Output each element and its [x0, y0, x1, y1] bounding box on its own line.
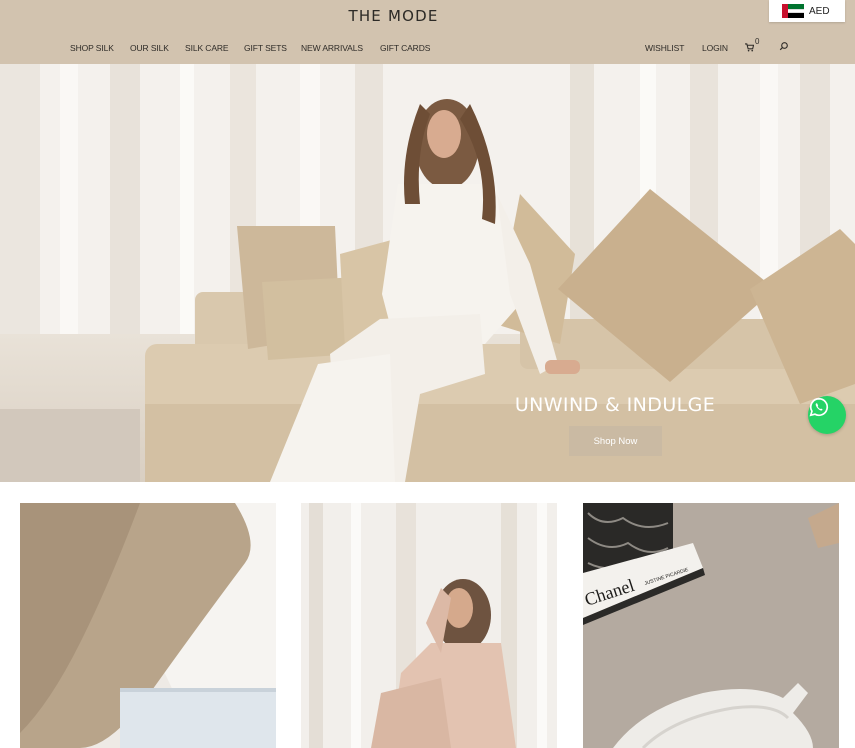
nav-login[interactable]: LOGIN — [702, 43, 728, 53]
collection-tile-sleepwear[interactable] — [301, 503, 557, 748]
whatsapp-button[interactable] — [808, 396, 846, 434]
cart-icon — [745, 43, 754, 52]
nav-gift-cards[interactable]: GIFT CARDS — [380, 43, 430, 53]
uae-flag-icon — [782, 4, 804, 18]
collection-tile-accessories[interactable]: Chanel JUSTINE PICARDIE — [583, 503, 839, 748]
currency-label: AED — [809, 5, 830, 17]
nav-shop-silk[interactable]: SHOP SILK — [70, 43, 114, 53]
page: THE MODE AED SHOP SILK OUR SILK SILK CAR… — [0, 0, 855, 748]
nav-new-arrivals[interactable]: NEW ARRIVALS — [301, 43, 363, 53]
nav-our-silk[interactable]: OUR SILK — [130, 43, 169, 53]
whatsapp-icon — [809, 397, 829, 417]
main-nav: SHOP SILK OUR SILK SILK CARE GIFT SETS N… — [0, 43, 855, 55]
collection-tile-bedding[interactable] — [20, 503, 276, 748]
tile-accessories-image: Chanel JUSTINE PICARDIE — [583, 503, 839, 748]
tile-bedding-image — [20, 503, 276, 748]
currency-selector[interactable]: AED — [769, 0, 845, 22]
search-icon[interactable] — [779, 41, 789, 51]
nav-gift-sets[interactable]: GIFT SETS — [244, 43, 287, 53]
shop-now-button[interactable]: Shop Now — [569, 426, 662, 456]
site-header: THE MODE AED SHOP SILK OUR SILK SILK CAR… — [0, 0, 855, 64]
hero-headline: UNWIND & INDULGE — [514, 394, 716, 416]
site-logo[interactable]: THE MODE — [0, 7, 787, 25]
hero-banner[interactable]: UNWIND & INDULGE Shop Now — [0, 64, 855, 482]
cart-count: 0 — [755, 37, 760, 46]
hero-image — [0, 64, 855, 482]
nav-wishlist[interactable]: WISHLIST — [645, 43, 684, 53]
nav-silk-care[interactable]: SILK CARE — [185, 43, 229, 53]
tile-sleepwear-image — [301, 503, 557, 748]
